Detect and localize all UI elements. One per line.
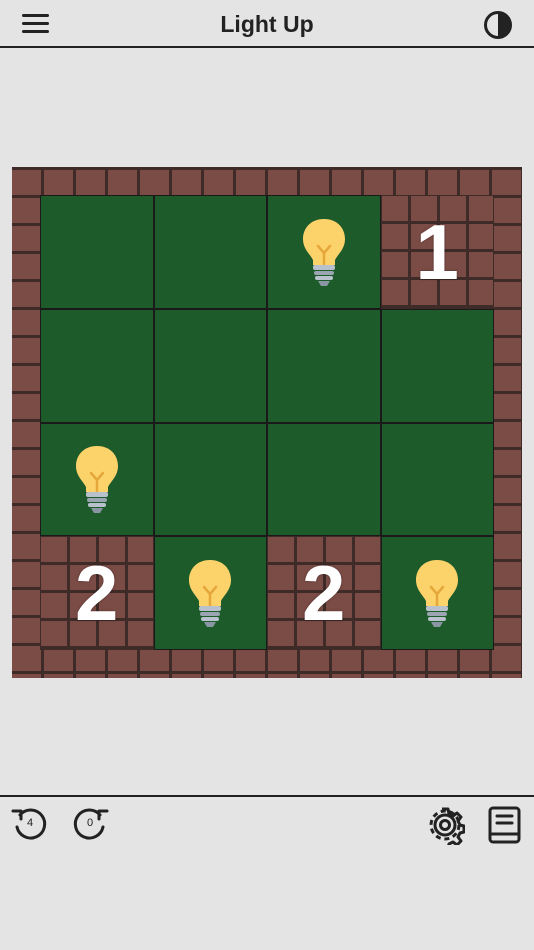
- grid-cell[interactable]: [40, 195, 154, 309]
- grid-cell[interactable]: [40, 308, 154, 423]
- light-bulb-icon: [302, 218, 345, 286]
- wall-clue-number: 2: [75, 549, 119, 638]
- contrast-toggle-button[interactable]: [483, 10, 513, 40]
- grid-cell[interactable]: [267, 308, 381, 423]
- grid-cell[interactable]: [40, 422, 154, 537]
- redo-button[interactable]: 0: [70, 805, 110, 845]
- rules-button[interactable]: [485, 805, 525, 845]
- undo-button[interactable]: 4: [10, 805, 50, 845]
- light-bulb-icon: [75, 446, 118, 514]
- wall-cell: 2: [267, 536, 381, 650]
- grid-cell[interactable]: [153, 195, 267, 309]
- grid-cell[interactable]: [267, 422, 381, 537]
- grid-cell[interactable]: [380, 536, 494, 650]
- wall-cell: 2: [40, 536, 154, 650]
- light-bulb-icon: [416, 560, 459, 628]
- grid-cell[interactable]: [153, 536, 267, 650]
- grid-cell[interactable]: [153, 422, 267, 537]
- book-icon: [488, 806, 521, 844]
- grid-cell[interactable]: [380, 308, 494, 423]
- game-board: 1 2 2: [12, 167, 522, 678]
- page-title: Light Up: [220, 11, 314, 37]
- top-bar: Light Up: [0, 0, 534, 48]
- wall-clue-number: 1: [415, 207, 459, 296]
- settings-button[interactable]: [425, 805, 466, 849]
- bottom-toolbar: 4 0: [0, 795, 534, 950]
- undo-count: 4: [26, 817, 34, 829]
- grid-cell[interactable]: [153, 308, 267, 423]
- redo-count: 0: [86, 817, 94, 829]
- light-bulb-icon: [189, 560, 232, 628]
- wall-cell: 1: [380, 195, 494, 309]
- grid-cell[interactable]: [380, 422, 494, 537]
- puzzle-grid: 1 2 2: [40, 195, 494, 650]
- contrast-icon: [484, 11, 512, 39]
- gear-icon: [429, 807, 466, 849]
- wall-clue-number: 2: [302, 549, 346, 638]
- grid-cell[interactable]: [267, 195, 381, 309]
